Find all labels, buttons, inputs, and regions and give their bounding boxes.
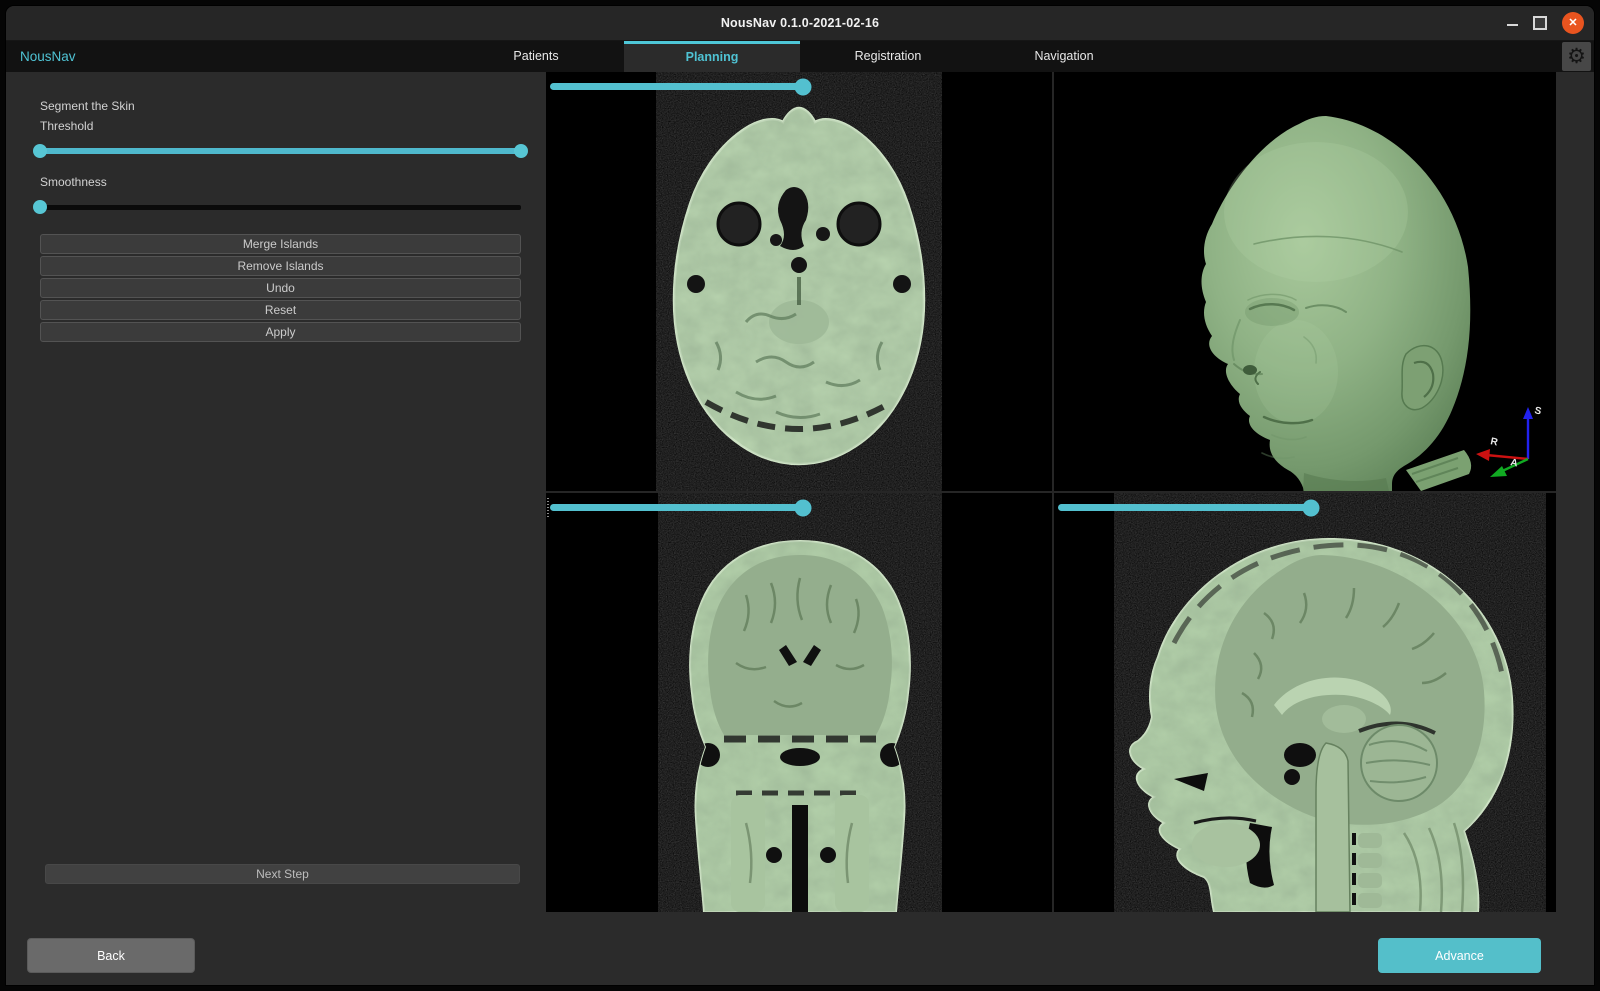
footer-bar: Back Advance	[6, 912, 1594, 985]
threshold-high-handle[interactable]	[514, 144, 528, 158]
coronal-slice-slider-fill	[550, 504, 803, 511]
smoothness-track[interactable]	[40, 205, 521, 210]
axial-viewport[interactable]	[546, 72, 1052, 491]
titlebar: NousNav 0.1.0-2021-02-16 ✕	[6, 6, 1594, 41]
navbar: NousNav Patients Planning Registration N…	[6, 41, 1594, 72]
maximize-icon[interactable]	[1533, 16, 1547, 30]
settings-gear-icon[interactable]: ⚙	[1562, 42, 1591, 71]
axial-slice-image	[546, 72, 1052, 491]
remove-islands-button[interactable]: Remove Islands	[40, 256, 521, 276]
coronal-slice-slider[interactable]	[550, 499, 1046, 516]
planning-sidebar: Segment the Skin Threshold Smoothness Me…	[6, 72, 546, 912]
threshold-fill	[40, 148, 521, 154]
tab-patients[interactable]: Patients	[448, 41, 624, 72]
sagittal-slice-slider-handle[interactable]	[1303, 499, 1320, 516]
sagittal-slice-slider-fill	[1058, 504, 1311, 511]
axis-label-right: R	[1489, 436, 1499, 448]
app-logo: NousNav	[20, 41, 76, 72]
tab-planning[interactable]: Planning	[624, 41, 800, 72]
right-panel-strip	[1556, 72, 1594, 912]
back-button[interactable]: Back	[27, 938, 195, 973]
window-title: NousNav 0.1.0-2021-02-16	[721, 16, 879, 30]
orientation-axes-marker: S R A	[1464, 395, 1550, 483]
merge-islands-button[interactable]: Merge Islands	[40, 234, 521, 254]
threshold-range-slider[interactable]	[40, 144, 521, 158]
coronal-slice-image	[546, 493, 1052, 912]
smoothness-handle[interactable]	[33, 200, 47, 214]
island-tools: Merge Islands Remove Islands Undo Reset …	[40, 232, 521, 344]
threshold-low-handle[interactable]	[33, 144, 47, 158]
tab-navigation[interactable]: Navigation	[976, 41, 1152, 72]
advance-button[interactable]: Advance	[1378, 938, 1541, 973]
viewport-grid: S R A	[546, 72, 1556, 912]
threed-viewport[interactable]: S R A	[1054, 72, 1556, 491]
reset-button[interactable]: Reset	[40, 300, 521, 320]
tab-registration[interactable]: Registration	[800, 41, 976, 72]
axial-slice-slider[interactable]	[550, 78, 1046, 95]
sagittal-slice-image	[1054, 493, 1556, 912]
undo-button[interactable]: Undo	[40, 278, 521, 298]
threshold-label: Threshold	[40, 118, 521, 134]
splitter-grip[interactable]	[547, 498, 549, 518]
sagittal-slice-slider[interactable]	[1058, 499, 1545, 516]
axis-label-anterior: A	[1509, 457, 1518, 469]
smoothness-label: Smoothness	[40, 174, 521, 190]
axial-slice-slider-handle[interactable]	[794, 78, 811, 95]
smoothness-slider[interactable]	[40, 200, 521, 214]
sagittal-viewport[interactable]	[1054, 493, 1556, 912]
main-content: Segment the Skin Threshold Smoothness Me…	[6, 72, 1594, 912]
section-title: Segment the Skin	[40, 98, 521, 114]
tab-bar: Patients Planning Registration Navigatio…	[448, 41, 1152, 72]
axial-slice-slider-fill	[550, 83, 803, 90]
coronal-slice-slider-handle[interactable]	[794, 499, 811, 516]
close-icon[interactable]: ✕	[1562, 12, 1584, 34]
minimize-icon[interactable]	[1507, 24, 1518, 26]
next-step-button[interactable]: Next Step	[45, 864, 520, 884]
axis-label-superior: S	[1533, 405, 1542, 417]
app-window: NousNav 0.1.0-2021-02-16 ✕ NousNav Patie…	[6, 6, 1594, 985]
coronal-viewport[interactable]	[546, 493, 1052, 912]
window-controls: ✕	[1507, 6, 1584, 40]
apply-button[interactable]: Apply	[40, 322, 521, 342]
